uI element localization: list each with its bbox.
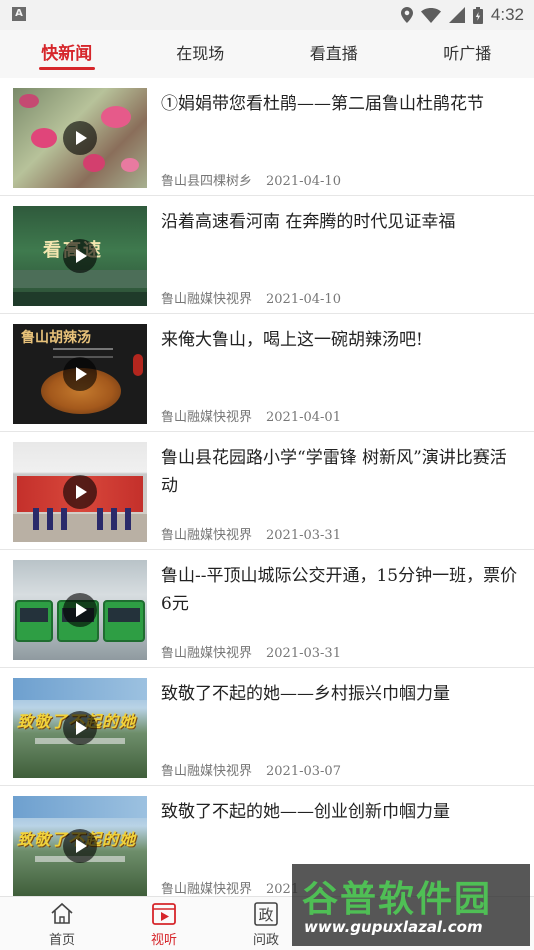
nav-video-label: 视听: [150, 933, 177, 948]
news-date: 2021-03-31: [266, 528, 341, 543]
news-item[interactable]: 致敬了不起的她 致敬了不起的她——乡村振兴巾帼力量 鲁山融媒快视界 2021-03…: [0, 668, 534, 786]
tab-quick-news[interactable]: 快新闻: [0, 30, 134, 78]
news-source: 鲁山融媒快视界: [161, 646, 253, 661]
tab-live[interactable]: 看直播: [267, 30, 401, 78]
nav-home[interactable]: 首页: [32, 901, 92, 948]
news-title[interactable]: 致敬了不起的她——创业创新巾帼力量: [161, 798, 520, 826]
news-thumbnail[interactable]: 看高速: [13, 206, 147, 306]
news-title[interactable]: 沿着高速看河南 在奔腾的时代见证幸福: [161, 208, 520, 236]
news-source: 鲁山融媒快视界: [161, 528, 253, 543]
battery-icon: [472, 6, 483, 24]
news-date: 2021-04-10: [266, 174, 341, 189]
news-meta: 鲁山融媒快视界 2021-04-10: [161, 288, 341, 307]
news-item[interactable]: 鲁山--平顶山城际公交开通，15分钟一班，票价6元 鲁山融媒快视界 2021-03…: [0, 550, 534, 668]
play-icon[interactable]: [63, 711, 97, 745]
news-title[interactable]: ①娟娟带您看杜鹃——第二届鲁山杜鹃花节: [161, 90, 520, 118]
watermark-text: 谷普软件园: [302, 879, 493, 920]
news-source: 鲁山融媒快视界: [161, 882, 253, 897]
news-item[interactable]: ①娟娟带您看杜鹃——第二届鲁山杜鹃花节 鲁山县四棵树乡 2021-04-10: [0, 78, 534, 196]
news-date: 2021-03-07: [266, 764, 341, 779]
news-source: 鲁山融媒快视界: [161, 292, 253, 307]
news-meta: 鲁山融媒快视界 2021: [161, 878, 299, 897]
news-thumbnail[interactable]: 致敬了不起的她: [13, 796, 147, 896]
play-icon[interactable]: [63, 121, 97, 155]
nav-video[interactable]: 视听: [134, 901, 194, 948]
tab-radio[interactable]: 听广播: [401, 30, 534, 78]
status-bar: A 4:32: [0, 0, 534, 30]
news-date: 2021-04-10: [266, 292, 341, 307]
wifi-icon: [420, 7, 441, 23]
news-thumbnail[interactable]: [13, 88, 147, 188]
news-date: 2021-03-31: [266, 646, 341, 661]
watermark-logo: 谷普软件园 www.gupuxlazal.com: [292, 864, 530, 946]
news-list: ①娟娟带您看杜鹃——第二届鲁山杜鹃花节 鲁山县四棵树乡 2021-04-10 看高…: [0, 78, 534, 904]
news-thumbnail[interactable]: [13, 560, 147, 660]
nav-politics[interactable]: 政 问政: [236, 901, 296, 948]
play-icon[interactable]: [63, 593, 97, 627]
nav-politics-label: 问政: [252, 933, 279, 948]
video-icon: [152, 903, 176, 925]
location-icon: [400, 7, 413, 23]
news-source: 鲁山融媒快视界: [161, 410, 253, 425]
news-title[interactable]: 来俺大鲁山，喝上这一碗胡辣汤吧!: [161, 326, 520, 354]
nav-home-label: 首页: [48, 933, 75, 948]
news-thumbnail[interactable]: [13, 442, 147, 542]
news-item[interactable]: 鲁山胡辣汤 来俺大鲁山，喝上这一碗胡辣汤吧! 鲁山融媒快视界 2021-04-01: [0, 314, 534, 432]
news-meta: 鲁山融媒快视界 2021-03-31: [161, 642, 341, 661]
home-icon: [51, 902, 73, 924]
news-title[interactable]: 鲁山--平顶山城际公交开通，15分钟一班，票价6元: [161, 562, 520, 618]
news-meta: 鲁山融媒快视界 2021-03-07: [161, 760, 341, 779]
news-source: 鲁山融媒快视界: [161, 764, 253, 779]
play-icon[interactable]: [63, 239, 97, 273]
watermark-url: www.gupuxlazal.com: [304, 918, 483, 936]
news-item[interactable]: 鲁山县花园路小学“学雷锋 树新风”演讲比赛活动 鲁山融媒快视界 2021-03-3…: [0, 432, 534, 550]
category-tabs: 快新闻 在现场 看直播 听广播: [0, 30, 534, 78]
play-icon[interactable]: [63, 829, 97, 863]
news-item[interactable]: 看高速 沿着高速看河南 在奔腾的时代见证幸福 鲁山融媒快视界 2021-04-10: [0, 196, 534, 314]
status-time: 4:32: [490, 5, 524, 24]
news-thumbnail[interactable]: 致敬了不起的她: [13, 678, 147, 778]
signal-icon: [448, 7, 465, 23]
news-thumbnail[interactable]: 鲁山胡辣汤: [13, 324, 147, 424]
play-icon[interactable]: [63, 357, 97, 391]
thumbnail-caption: 鲁山胡辣汤: [21, 330, 91, 346]
status-icons: 4:32: [400, 4, 524, 26]
politics-icon-glyph: 政: [258, 906, 273, 924]
news-meta: 鲁山县四棵树乡 2021-04-10: [161, 170, 341, 189]
news-title[interactable]: 鲁山县花园路小学“学雷锋 树新风”演讲比赛活动: [161, 444, 520, 500]
news-title[interactable]: 致敬了不起的她——乡村振兴巾帼力量: [161, 680, 520, 708]
news-source: 鲁山县四棵树乡: [161, 174, 253, 189]
politics-icon: 政: [254, 902, 278, 926]
news-meta: 鲁山融媒快视界 2021-04-01: [161, 406, 341, 425]
tab-on-site[interactable]: 在现场: [134, 30, 268, 78]
play-icon[interactable]: [63, 475, 97, 509]
news-meta: 鲁山融媒快视界 2021-03-31: [161, 524, 341, 543]
news-date: 2021-04-01: [266, 410, 341, 425]
notification-badge-icon: A: [12, 7, 26, 21]
